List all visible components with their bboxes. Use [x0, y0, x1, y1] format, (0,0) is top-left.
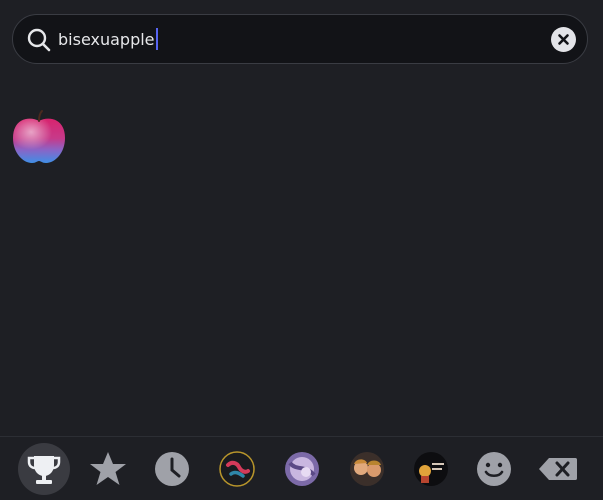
clock-icon	[155, 452, 189, 486]
backspace-icon	[539, 458, 577, 480]
category-server-2[interactable]	[276, 443, 328, 495]
category-server-4[interactable]	[405, 443, 457, 495]
star-icon	[90, 452, 126, 485]
trophy-icon	[27, 456, 61, 484]
category-people[interactable]	[468, 443, 520, 495]
server-emoji-icon	[219, 451, 255, 487]
category-trophy[interactable]	[18, 443, 70, 495]
search-icon	[26, 27, 52, 53]
backspace-button[interactable]	[532, 443, 584, 495]
clear-search-button[interactable]	[551, 27, 576, 52]
server-emoji-icon	[285, 452, 319, 486]
category-server-3[interactable]	[341, 443, 393, 495]
search-query: bisexuapple	[58, 30, 155, 49]
category-server-1[interactable]	[211, 443, 263, 495]
apple-emoji	[13, 110, 65, 163]
server-emoji-icon	[414, 452, 448, 486]
category-recent[interactable]	[146, 443, 198, 495]
search-bar[interactable]: bisexuapple	[12, 14, 588, 64]
text-caret	[155, 28, 158, 50]
search-input[interactable]: bisexuapple	[58, 28, 158, 52]
close-icon	[558, 34, 569, 45]
category-favorites[interactable]	[82, 443, 134, 495]
emoji-picker: bisexuapple	[0, 0, 603, 500]
server-emoji-icon	[350, 452, 384, 486]
smile-icon	[477, 452, 511, 486]
category-bar	[0, 436, 603, 500]
emoji-result-bisexuapple[interactable]	[10, 108, 68, 166]
